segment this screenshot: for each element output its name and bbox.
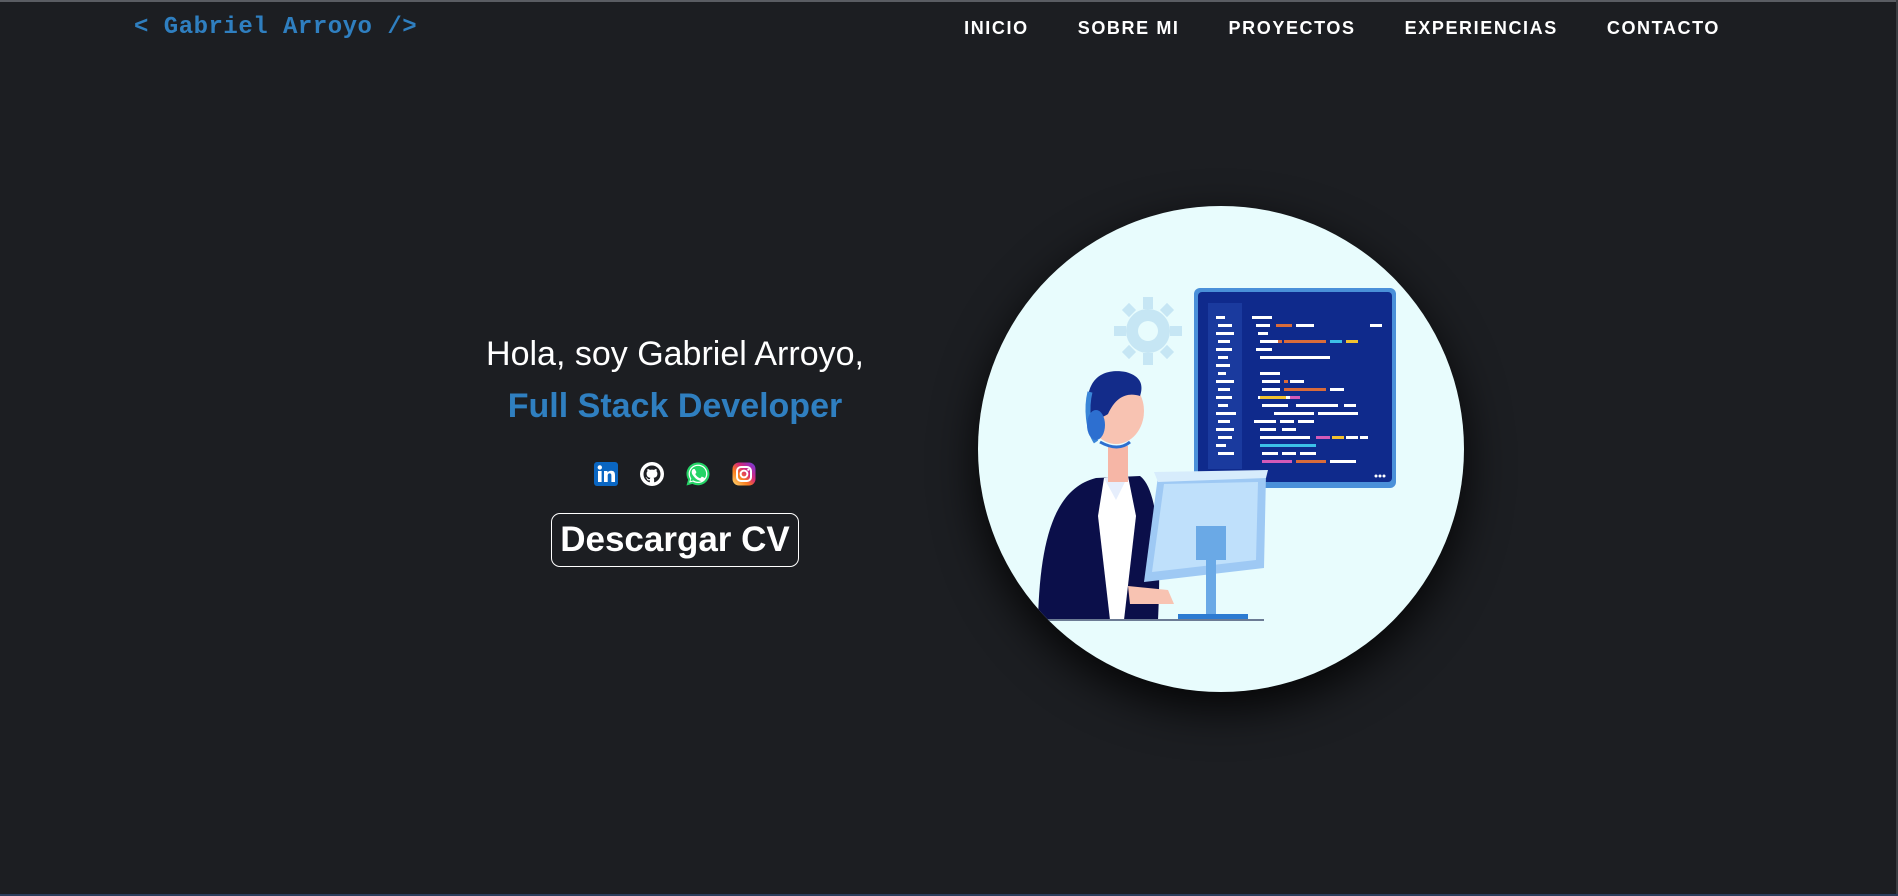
hero-role: Full Stack Developer xyxy=(507,387,843,425)
hero-text: Hola, soy Gabriel Arroyo, Full Stack Dev… xyxy=(440,325,910,567)
whatsapp-icon[interactable] xyxy=(685,461,711,487)
linkedin-icon[interactable] xyxy=(593,461,619,487)
nav-item-sobre-mi[interactable]: SOBRE MI xyxy=(1078,18,1180,39)
nav-item-experiencias[interactable]: EXPERIENCIAS xyxy=(1405,18,1558,39)
brand-logo[interactable]: < Gabriel Arroyo /> xyxy=(134,14,417,41)
window-top-border xyxy=(0,0,1898,2)
instagram-icon[interactable] xyxy=(731,461,757,487)
social-links xyxy=(440,461,910,487)
download-cv-button[interactable]: Descargar CV xyxy=(551,513,799,567)
nav-item-inicio[interactable]: INICIO xyxy=(964,18,1029,39)
github-icon[interactable] xyxy=(639,461,665,487)
nav-item-contacto[interactable]: CONTACTO xyxy=(1607,18,1720,39)
hero-greeting: Hola, soy Gabriel Arroyo, xyxy=(486,335,864,373)
main-nav: INICIO SOBRE MI PROYECTOS EXPERIENCIAS C… xyxy=(915,18,1720,39)
nav-item-proyectos[interactable]: PROYECTOS xyxy=(1229,18,1356,39)
developer-illustration xyxy=(978,206,1464,692)
